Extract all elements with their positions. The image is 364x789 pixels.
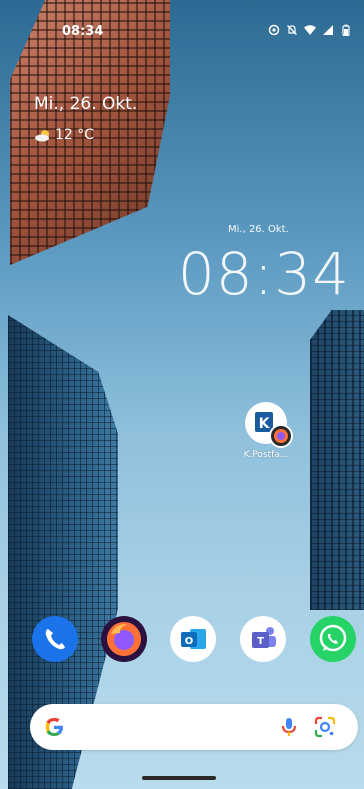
whatsapp-icon[interactable] <box>310 616 356 662</box>
temperature-label: 12 °C <box>55 127 95 143</box>
dock: O T <box>0 616 364 672</box>
glance-date[interactable]: Mi., 26. Okt. <box>34 94 137 114</box>
battery-icon <box>342 24 350 36</box>
microphone-icon[interactable] <box>276 714 302 740</box>
clock-widget-time[interactable]: 08:34 <box>178 240 350 308</box>
glance-weather[interactable]: 12 °C <box>34 127 94 143</box>
svg-text:K: K <box>259 416 271 432</box>
app-kpostfach[interactable]: K K.Postfa... <box>236 402 296 460</box>
partly-cloudy-icon <box>35 130 49 142</box>
firefox-icon[interactable] <box>101 616 147 662</box>
app-label: K.Postfa... <box>243 450 289 460</box>
google-search-bar[interactable] <box>30 704 358 750</box>
phone-icon[interactable] <box>32 616 78 662</box>
teams-icon[interactable]: T <box>240 616 286 662</box>
status-bar: 08:34 <box>0 0 364 50</box>
wifi-icon <box>304 25 316 35</box>
kpostfach-icon: K <box>245 402 293 448</box>
firefox-badge-icon <box>269 424 293 448</box>
google-logo-icon <box>45 717 63 736</box>
cast-icon <box>268 24 280 36</box>
clock-widget-date[interactable]: Mi., 26. Okt. <box>228 224 289 235</box>
wallpaper-building-right <box>310 310 364 610</box>
signal-icon <box>323 25 333 35</box>
status-icons <box>268 24 352 36</box>
svg-text:T: T <box>257 636 264 647</box>
status-time: 08:34 <box>62 24 104 39</box>
svg-text:O: O <box>185 636 194 647</box>
outlook-icon[interactable]: O <box>170 616 216 662</box>
navigation-handle[interactable] <box>142 776 216 780</box>
bell-off-icon <box>287 25 297 35</box>
google-lens-icon[interactable] <box>312 714 338 740</box>
